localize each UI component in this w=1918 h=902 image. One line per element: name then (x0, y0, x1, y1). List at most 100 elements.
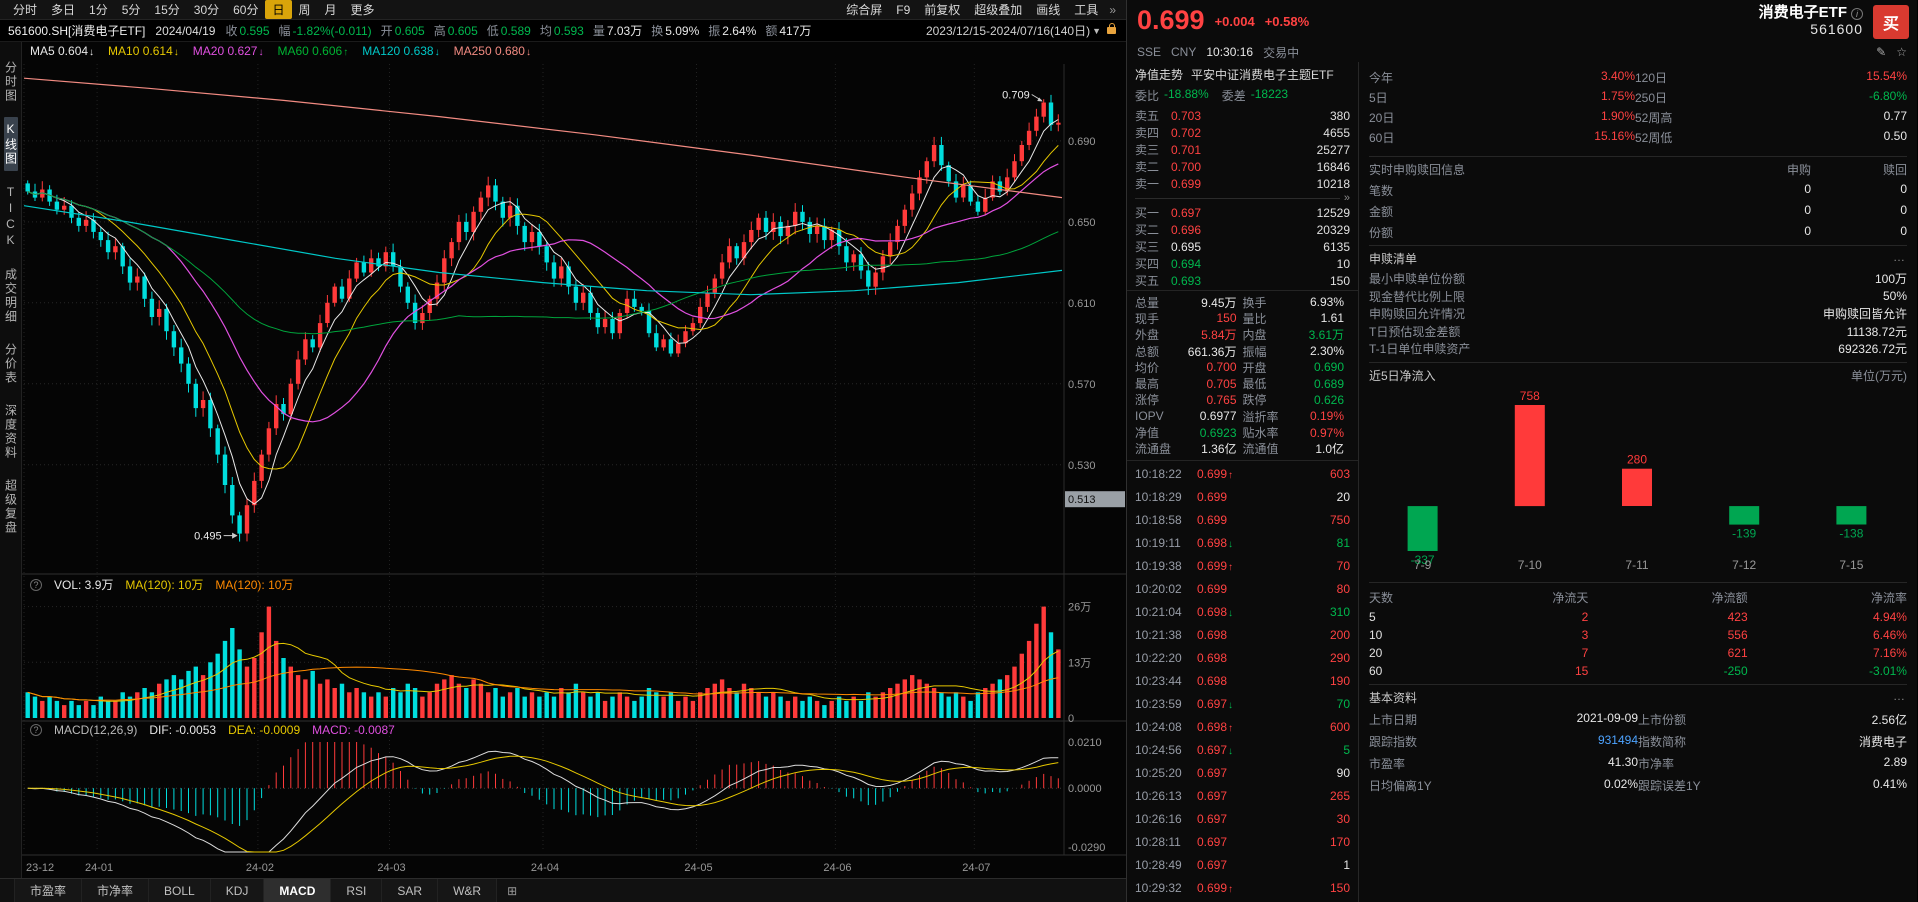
svg-text:0.0000: 0.0000 (1068, 783, 1102, 795)
stat-value: 1.36亿 (1185, 440, 1243, 457)
weicha-label: 委差 (1222, 87, 1246, 104)
indicator-tab-BOLL[interactable]: BOLL (149, 879, 211, 902)
book-level-label: 卖四 (1135, 124, 1171, 141)
svg-text:26万: 26万 (1068, 602, 1091, 614)
nav-tab[interactable]: 净值走势 (1135, 66, 1183, 83)
time-sales-list[interactable]: 10:18:220.699↑60310:18:290.6992010:18:58… (1127, 461, 1358, 902)
lock-icon[interactable] (1107, 27, 1116, 34)
flow-net-rate: -3.01% (1748, 664, 1907, 678)
stat-value: 9.45万 (1185, 294, 1243, 311)
book-row[interactable]: 卖一0.69910218 (1135, 175, 1350, 192)
basic-value[interactable]: 931494 (1455, 733, 1638, 750)
range-dropdown-icon[interactable]: ▼ (1092, 26, 1101, 36)
menu-item-更多[interactable]: 更多 (344, 0, 382, 19)
menu-item-5分[interactable]: 5分 (115, 0, 148, 19)
menu-item-日[interactable]: 日 (265, 0, 291, 19)
menu-item-综合屏[interactable]: 综合屏 (839, 0, 889, 19)
tick-time: 10:18:29 (1135, 490, 1197, 504)
star-icon[interactable]: ☆ (1896, 45, 1907, 59)
basic-info-section: 基本资料 … 上市日期2021-09-09上市份额2.56亿跟踪指数931494… (1369, 684, 1907, 794)
book-row[interactable]: 买一0.69712529 (1135, 204, 1350, 221)
indicator-tab-MACD[interactable]: MACD (264, 879, 331, 902)
indicator-tab-W&R[interactable]: W&R (438, 879, 497, 902)
realtime-col-header: 赎回 (1811, 161, 1907, 178)
menu-item-超级叠加[interactable]: 超级叠加 (967, 0, 1029, 19)
ohlc-field: 量7.03万 (593, 24, 642, 38)
realtime-row-label: 笔数 (1369, 182, 1691, 199)
sidebar-item-成交明细[interactable]: 成交明细 (4, 263, 18, 329)
menu-expand-icon[interactable]: » (1105, 3, 1120, 17)
menu-item-60分[interactable]: 60分 (226, 0, 265, 19)
sidebar-item-分时图[interactable]: 分时图 (4, 56, 18, 108)
indicator-tab-SAR[interactable]: SAR (382, 879, 438, 902)
menu-item-前复权[interactable]: 前复权 (917, 0, 967, 19)
tick-time: 10:23:44 (1135, 674, 1197, 688)
indicator-tab-KDJ[interactable]: KDJ (211, 879, 265, 902)
menu-item-1分[interactable]: 1分 (82, 0, 115, 19)
chart-area: MA5 0.604↓MA10 0.614↓MA20 0.627↓MA60 0.6… (22, 42, 1126, 878)
stat-label: 换手 (1243, 294, 1293, 311)
perf-label: 60日 (1369, 129, 1433, 146)
sidebar-item-深度资料[interactable]: 深度资料 (4, 399, 18, 465)
date-range-label[interactable]: 2023/12/15-2024/07/16(140日) (926, 22, 1090, 39)
field-value: 5.09% (665, 24, 699, 38)
perf-value: 0.77 (1705, 109, 1907, 126)
sidebar-item-TICK[interactable]: TICK (4, 180, 18, 254)
info-icon[interactable]: i (1851, 8, 1863, 20)
menu-item-工具[interactable]: 工具 (1067, 0, 1105, 19)
tick-volume: 80 (1255, 582, 1350, 596)
currency-label: CNY (1171, 45, 1196, 59)
book-row[interactable]: 卖四0.7024655 (1135, 124, 1350, 141)
tick-price: 0.699 (1197, 513, 1255, 527)
perf-value: 1.90% (1433, 109, 1635, 126)
flow-net-amount: 423 (1588, 610, 1747, 624)
help-icon[interactable]: ? (30, 579, 42, 591)
menu-item-多日[interactable]: 多日 (44, 0, 82, 19)
sidebar-item-K线图[interactable]: K线图 (4, 117, 18, 171)
book-row[interactable]: 买三0.6956135 (1135, 238, 1350, 255)
book-row[interactable]: 卖三0.70125277 (1135, 141, 1350, 158)
menu-item-分时[interactable]: 分时 (6, 0, 44, 19)
sidebar-item-超级复盘[interactable]: 超级复盘 (4, 474, 18, 540)
svg-text:7-11: 7-11 (1625, 558, 1648, 572)
sidebar-item-分价表[interactable]: 分价表 (4, 338, 18, 390)
menu-item-周[interactable]: 周 (292, 0, 318, 19)
indicator-tab-市盈率[interactable]: 市盈率 (14, 879, 82, 902)
menu-item-月[interactable]: 月 (318, 0, 344, 19)
indicator-tab-市净率[interactable]: 市净率 (82, 879, 149, 902)
row-value: 50% (1883, 289, 1907, 303)
order-book-column: 净值走势 平安中证消费电子主题ETF 委比 -18.88% 委差 -18223 … (1127, 62, 1359, 902)
indicator-tab-RSI[interactable]: RSI (331, 879, 382, 902)
stat-item: 跌停0.626 (1243, 392, 1351, 408)
flow-net-days: 15 (1429, 664, 1588, 678)
basic-label: 跟踪误差1Y (1638, 777, 1724, 794)
menu-item-F9[interactable]: F9 (889, 2, 917, 18)
svg-text:13万: 13万 (1068, 657, 1091, 669)
buy-button[interactable]: 买 (1873, 5, 1909, 39)
book-row[interactable]: 卖二0.70016846 (1135, 158, 1350, 175)
cursor-date: 2024/04/19 (155, 24, 215, 38)
menu-item-30分[interactable]: 30分 (187, 0, 226, 19)
more-icon[interactable]: … (1893, 689, 1907, 706)
more-icon[interactable]: … (1893, 250, 1907, 267)
book-row[interactable]: 买四0.69410 (1135, 255, 1350, 272)
field-label: 高 (434, 24, 446, 38)
kline-chart[interactable]: 0.6900.6500.6100.5700.5300.5130.7090.495… (22, 42, 1126, 878)
book-row[interactable]: 买二0.69620329 (1135, 221, 1350, 238)
book-row[interactable]: 卖五0.703380 (1135, 107, 1350, 124)
quote-panel: 0.699 +0.004 +0.58% 消费电子ETFi 561600 买 SS… (1127, 0, 1917, 902)
net-inflow-section: 近5日净流入 单位(万元) -3377-97587-102807-11-1397… (1369, 362, 1907, 580)
arrow-down-icon: ↓ (1228, 746, 1233, 757)
field-label: 收 (225, 24, 237, 38)
book-expand-icon[interactable]: » (1344, 193, 1350, 203)
ohlc-fields: 收0.595幅-1.82%(-0.011)开0.605高0.605低0.589均… (225, 22, 820, 39)
add-indicator-icon[interactable]: ⊞ (497, 879, 527, 902)
menu-item-15分[interactable]: 15分 (147, 0, 186, 19)
menu-item-画线[interactable]: 画线 (1029, 0, 1067, 19)
stock-code: 561600 (1759, 21, 1863, 37)
edit-icon[interactable]: ✎ (1876, 45, 1886, 59)
basic-value: 41.30 (1455, 755, 1638, 772)
book-row[interactable]: 买五0.693150 (1135, 272, 1350, 289)
help-icon[interactable]: ? (30, 724, 42, 736)
stat-value: 0.689 (1293, 377, 1351, 391)
